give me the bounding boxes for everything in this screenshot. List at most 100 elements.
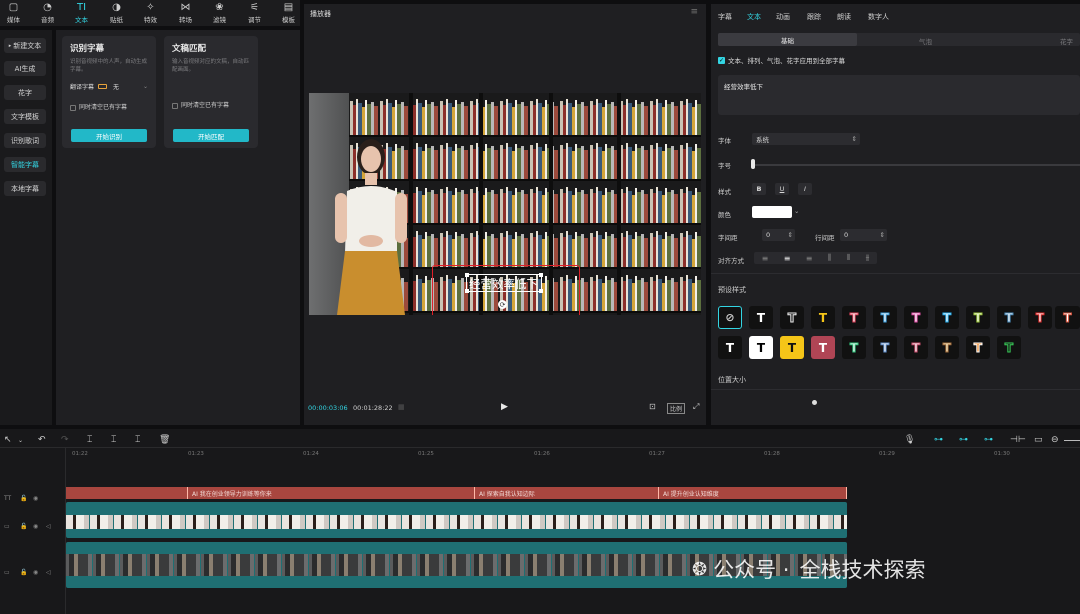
start-match-button[interactable]: 开始匹配 bbox=[173, 129, 249, 142]
align-justify-icon[interactable]: ⫼ bbox=[828, 253, 832, 263]
preset-none[interactable]: ⊘ bbox=[718, 306, 742, 329]
tab-text[interactable]: 文本 bbox=[747, 12, 761, 22]
stepper-icon[interactable]: ⇕ bbox=[880, 231, 885, 239]
translate-select[interactable]: 无 bbox=[113, 82, 119, 91]
split-icon[interactable]: ⌶ bbox=[87, 435, 92, 445]
subtab-fancy[interactable]: 花字 bbox=[1060, 36, 1073, 46]
checkbox-checked-icon[interactable]: ✓ bbox=[718, 56, 725, 64]
preset-style[interactable]: T bbox=[718, 336, 742, 359]
preset-style[interactable]: T bbox=[935, 336, 959, 359]
timecode-grid-icon[interactable]: ▦ bbox=[398, 403, 405, 411]
nav-fancy-text[interactable]: 花字 bbox=[4, 85, 46, 100]
chevron-down-icon[interactable]: ⌄ bbox=[18, 437, 23, 444]
subtitle-text-input[interactable]: 经营效率低下 bbox=[718, 75, 1080, 115]
eye-icon[interactable]: ◉ bbox=[33, 495, 38, 502]
tab-animation[interactable]: 动画 bbox=[776, 12, 790, 22]
checkbox-icon[interactable] bbox=[172, 102, 178, 109]
tab-read-aloud[interactable]: 朗读 bbox=[837, 12, 851, 22]
preset-style[interactable]: T bbox=[1028, 306, 1052, 329]
video-preview[interactable]: 经营效率低下 ⟳ bbox=[309, 93, 701, 315]
ratio-button[interactable]: 比例 bbox=[667, 403, 686, 414]
subtitle-clip[interactable]: AI 探索自我认知边际 bbox=[475, 487, 659, 499]
align-middle-icon[interactable]: ⫵ bbox=[866, 253, 870, 263]
preset-style[interactable]: T bbox=[904, 336, 928, 359]
linkage-icon[interactable]: ⊶ bbox=[984, 435, 993, 445]
scale-slider-handle[interactable] bbox=[812, 400, 817, 405]
nav-local-subtitle[interactable]: 本地字幕 bbox=[4, 181, 46, 196]
magnet-snap-icon[interactable]: ⊶ bbox=[959, 435, 968, 445]
toolbar-audio[interactable]: ◔ 音频 bbox=[36, 0, 59, 26]
fit-screen-icon[interactable]: ⊡ bbox=[649, 402, 656, 411]
audio-mute-icon[interactable]: ◁ bbox=[46, 523, 51, 530]
bold-button[interactable]: B bbox=[752, 183, 766, 195]
toolbar-sticker[interactable]: ◑ 贴纸 bbox=[105, 0, 128, 26]
clear-existing-row[interactable]: 同时清空已有字幕 bbox=[70, 102, 148, 111]
microphone-icon[interactable]: 🎙 bbox=[904, 435, 915, 445]
rotate-handle-icon[interactable]: ⟳ bbox=[498, 300, 507, 309]
tab-tracking[interactable]: 跟踪 bbox=[807, 12, 821, 22]
italic-button[interactable]: I bbox=[798, 183, 812, 195]
align-top-icon[interactable]: ⫴ bbox=[847, 253, 850, 263]
preset-style[interactable]: T bbox=[780, 306, 804, 329]
preset-style[interactable]: T bbox=[873, 336, 897, 359]
eye-icon[interactable]: ◉ bbox=[33, 569, 38, 576]
clear-existing-row[interactable]: 同时清空已有字幕 bbox=[172, 100, 250, 109]
menu-icon[interactable]: ≡ bbox=[690, 7, 698, 17]
zoom-out-icon[interactable]: ⊖ bbox=[1051, 435, 1059, 445]
delete-icon[interactable]: 🗑 bbox=[159, 435, 170, 445]
preset-style[interactable]: T bbox=[811, 336, 835, 359]
underline-button[interactable]: U bbox=[775, 183, 789, 195]
start-recognize-button[interactable]: 开始识别 bbox=[71, 129, 147, 142]
subtitle-clip[interactable]: AI 提升创业认知维度 bbox=[659, 487, 847, 499]
undo-icon[interactable]: ↶ bbox=[38, 435, 46, 445]
nav-smart-subtitle[interactable]: 智能字幕 bbox=[4, 157, 46, 172]
zoom-slider[interactable] bbox=[1064, 440, 1080, 441]
subtitle-text-box[interactable]: 经营效率低下 bbox=[465, 273, 543, 293]
link-main-track-icon[interactable]: ⊶ bbox=[934, 435, 943, 445]
toggle-icon[interactable] bbox=[98, 84, 108, 89]
subtitle-clip[interactable] bbox=[66, 487, 188, 499]
preset-style[interactable]: T bbox=[997, 336, 1021, 359]
preset-style[interactable]: T bbox=[966, 336, 990, 359]
toolbar-text[interactable]: TI 文本 bbox=[70, 0, 93, 26]
toolbar-template[interactable]: ▤ 模板 bbox=[277, 0, 300, 26]
line-spacing-input[interactable]: 0 ⇕ bbox=[840, 229, 887, 241]
presenter-video-clip[interactable] bbox=[66, 502, 847, 538]
tab-digital-human[interactable]: 数字人 bbox=[868, 12, 889, 22]
preset-style[interactable]: T bbox=[780, 336, 804, 359]
position-size-label[interactable]: 位置大小 bbox=[718, 375, 746, 385]
play-icon[interactable]: ▶ bbox=[501, 402, 508, 412]
eye-icon[interactable]: ◉ bbox=[33, 523, 38, 530]
preset-style[interactable]: T bbox=[904, 306, 928, 329]
size-slider-handle[interactable] bbox=[751, 159, 755, 169]
nav-new-text[interactable]: ▸ 新建文本 bbox=[4, 38, 46, 53]
lock-icon[interactable]: 🔓 bbox=[20, 495, 27, 502]
subtab-bubble[interactable]: 气泡 bbox=[919, 36, 932, 46]
font-select[interactable]: 系统 ⇕ bbox=[752, 133, 860, 145]
align-left-icon[interactable]: ≡ bbox=[762, 254, 769, 263]
preset-style[interactable]: T bbox=[749, 306, 773, 329]
preset-style[interactable]: T bbox=[966, 306, 990, 329]
redo-icon[interactable]: ↷ bbox=[61, 435, 69, 445]
toolbar-transition[interactable]: ⋈ 转场 bbox=[174, 0, 197, 26]
preview-axis-icon[interactable]: ⊣⊢ bbox=[1010, 435, 1026, 445]
toolbar-adjust[interactable]: ⚟ 调节 bbox=[243, 0, 266, 26]
preset-style[interactable]: T bbox=[811, 306, 835, 329]
subtab-basic[interactable]: 基础 bbox=[718, 33, 857, 46]
preset-style[interactable]: T bbox=[997, 306, 1021, 329]
preset-style[interactable]: T bbox=[749, 336, 773, 359]
split-left-icon[interactable]: ⌶ bbox=[111, 435, 116, 445]
nav-text-template[interactable]: 文字模板 bbox=[4, 109, 46, 124]
subtitle-clip[interactable]: AI 我在创业领导力训练等你来 bbox=[188, 487, 475, 499]
lock-icon[interactable]: 🔓 bbox=[20, 523, 27, 530]
letter-spacing-input[interactable]: 0 ⇕ bbox=[762, 229, 795, 241]
nav-recognize-lyrics[interactable]: 识别歌词 bbox=[4, 133, 46, 148]
preset-style[interactable]: T bbox=[842, 306, 866, 329]
align-center-icon[interactable]: ≡ bbox=[784, 254, 791, 263]
screenshot-icon[interactable]: ▭ bbox=[1034, 435, 1043, 445]
tab-subtitle[interactable]: 字幕 bbox=[718, 12, 732, 22]
toolbar-filter[interactable]: ❀ 滤镜 bbox=[208, 0, 231, 26]
fullscreen-icon[interactable]: ⤢ bbox=[693, 402, 699, 412]
audio-mute-icon[interactable]: ◁ bbox=[46, 569, 51, 576]
preset-style[interactable]: T bbox=[935, 306, 959, 329]
